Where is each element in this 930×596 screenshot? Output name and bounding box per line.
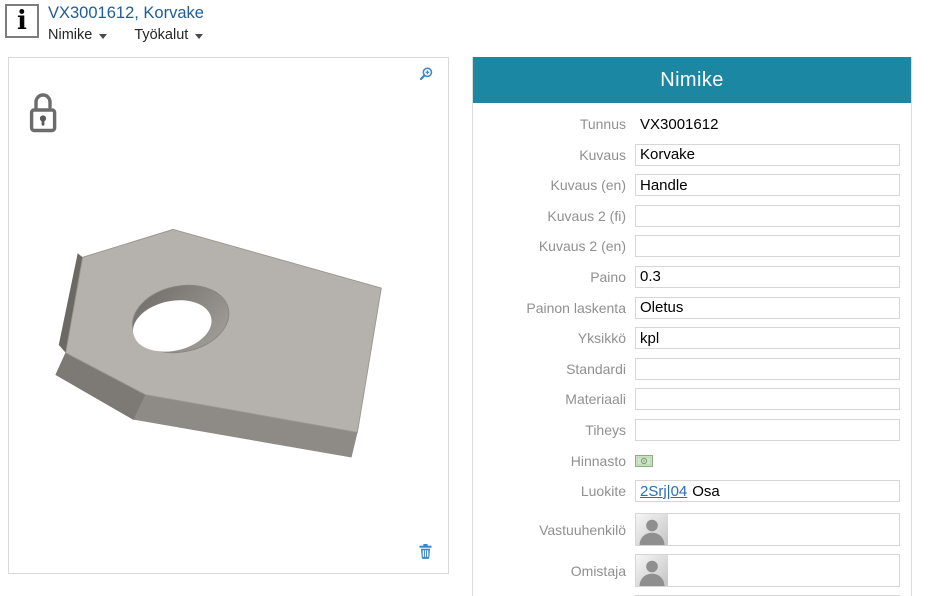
menu-nimike-label: Nimike	[48, 27, 92, 43]
field-row-kuvaus2-en: Kuvaus 2 (en)	[473, 235, 911, 257]
field-label: Kuvaus 2 (en)	[473, 238, 626, 254]
field-label: Hinnasto	[473, 453, 626, 469]
standardi-input[interactable]	[635, 358, 900, 380]
avatar	[636, 555, 668, 586]
field-row-paino: Paino	[473, 266, 911, 288]
field-label: Standardi	[473, 361, 626, 377]
money-icon[interactable]	[635, 455, 653, 467]
kuvaus2-en-input[interactable]	[635, 235, 900, 257]
yksikko-input[interactable]	[635, 327, 900, 349]
field-row-tunnus: Tunnus VX3001612	[473, 113, 911, 135]
painon-laskenta-input[interactable]	[635, 297, 900, 319]
field-label: Vastuuhenkilö	[473, 522, 626, 538]
menu-tyokalut-label: Työkalut	[134, 27, 188, 43]
kuvaus2-fi-input[interactable]	[635, 205, 900, 227]
hinnasto-cell	[635, 455, 653, 467]
info-icon: i	[5, 4, 39, 38]
part-3d-model	[9, 58, 448, 573]
field-label: Kuvaus	[473, 147, 626, 163]
unlock-icon[interactable]	[28, 91, 58, 133]
field-label: Yksikkö	[473, 330, 626, 346]
field-row-painon-laskenta: Painon laskenta	[473, 297, 911, 319]
chevron-down-icon	[195, 34, 203, 39]
field-label: Kuvaus (en)	[473, 177, 626, 193]
field-row-tiheys: Tiheys	[473, 419, 911, 441]
field-row-standardi: Standardi	[473, 358, 911, 380]
app-window: i VX3001612, Korvake Nimike Työkalut	[0, 0, 930, 596]
vastuuhenkilo-picker[interactable]	[635, 513, 900, 546]
trash-icon[interactable]	[419, 544, 432, 559]
luokite-link[interactable]: 2Srj|04	[640, 483, 687, 500]
omistaja-picker[interactable]	[635, 554, 900, 587]
page-title: VX3001612, Korvake	[48, 3, 204, 24]
materiaali-input[interactable]	[635, 388, 900, 410]
nimike-form: Tunnus VX3001612 Kuvaus Kuvaus (en) Kuva…	[473, 103, 911, 596]
field-label: Tiheys	[473, 422, 626, 438]
field-label: Kuvaus 2 (fi)	[473, 208, 626, 224]
nimike-panel: Nimike Tunnus VX3001612 Kuvaus Kuvaus (e…	[472, 57, 912, 596]
menu-nimike[interactable]: Nimike	[48, 27, 107, 43]
field-label: Materiaali	[473, 391, 626, 407]
header: VX3001612, Korvake Nimike Työkalut	[48, 3, 204, 43]
tiheys-input[interactable]	[635, 419, 900, 441]
menubar: Nimike Työkalut	[48, 27, 204, 43]
field-label: Omistaja	[473, 563, 626, 579]
paino-input[interactable]	[635, 266, 900, 288]
field-row-materiaali: Materiaali	[473, 388, 911, 410]
menu-tyokalut[interactable]: Työkalut	[134, 27, 203, 43]
panel-title: Nimike	[473, 57, 911, 103]
luokite-box: 2Srj|04 Osa	[635, 480, 900, 502]
field-row-hinnasto: Hinnasto	[473, 450, 911, 472]
field-label: Tunnus	[473, 116, 626, 132]
kuvaus-input[interactable]	[635, 144, 900, 166]
avatar	[636, 514, 668, 545]
zoom-in-icon[interactable]	[419, 67, 433, 81]
field-label: Painon laskenta	[473, 300, 626, 316]
field-row-kuvaus2-fi: Kuvaus 2 (fi)	[473, 205, 911, 227]
field-row-omistaja: Omistaja	[473, 554, 911, 587]
field-row-vastuuhenkilo: Vastuuhenkilö	[473, 513, 911, 546]
tunnus-value: VX3001612	[635, 116, 718, 133]
field-row-kuvaus-en: Kuvaus (en)	[473, 174, 911, 196]
field-label: Paino	[473, 269, 626, 285]
field-row-yksikko: Yksikkö	[473, 327, 911, 349]
field-row-luokite: Luokite 2Srj|04 Osa	[473, 480, 911, 502]
field-label: Luokite	[473, 483, 626, 499]
field-row-kuvaus: Kuvaus	[473, 144, 911, 166]
chevron-down-icon	[99, 34, 107, 39]
luokite-class-name: Osa	[692, 483, 720, 500]
kuvaus-en-input[interactable]	[635, 174, 900, 196]
viewer-canvas[interactable]	[8, 57, 449, 574]
